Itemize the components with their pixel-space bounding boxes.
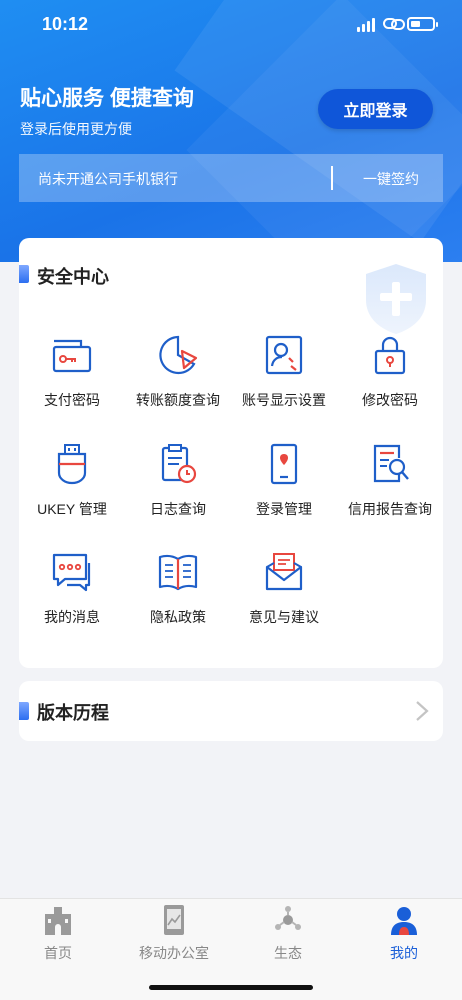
hero-title: 贴心服务 便捷查询 xyxy=(20,87,194,110)
signal-icon xyxy=(357,18,377,32)
credit-report-item[interactable]: 信用报告查询 xyxy=(337,443,443,533)
login-management-item[interactable]: 登录管理 xyxy=(231,443,337,533)
payment-password-item[interactable]: 支付密码 xyxy=(19,334,125,424)
account-display-icon xyxy=(265,335,303,375)
ecosystem-icon xyxy=(275,906,301,930)
login-management-label: 登录管理 xyxy=(256,501,312,517)
login-management-icon xyxy=(270,443,298,485)
ukey-item[interactable]: UKEY 管理 xyxy=(19,443,125,533)
privacy-policy-label: 隐私政策 xyxy=(150,609,206,625)
one-click-sign-button[interactable]: 一键签约 xyxy=(363,169,419,189)
sign-bar-text: 尚未开通公司手机银行 xyxy=(38,171,178,187)
tab-home-label: 首页 xyxy=(44,945,72,961)
payment-password-icon xyxy=(52,339,92,373)
version-history-card[interactable]: 版本历程 xyxy=(19,681,443,741)
tab-profile-label: 我的 xyxy=(390,945,418,961)
log-query-label: 日志查询 xyxy=(150,501,206,517)
payment-password-label: 支付密码 xyxy=(44,392,100,408)
message-icon xyxy=(52,553,91,592)
tab-mobile-office-label: 移动办公室 xyxy=(139,945,209,961)
feedback-label: 意见与建议 xyxy=(249,609,319,625)
feedback-item[interactable]: 意见与建议 xyxy=(231,551,337,641)
transfer-limit-item[interactable]: 转账额度查询 xyxy=(125,334,231,424)
section-marker xyxy=(19,702,29,720)
account-display-item[interactable]: 账号显示设置 xyxy=(231,334,337,424)
battery-icon xyxy=(407,17,438,31)
credit-report-icon xyxy=(373,444,409,483)
change-password-label: 修改密码 xyxy=(362,392,418,408)
privacy-policy-icon xyxy=(158,554,198,591)
change-password-item[interactable]: 修改密码 xyxy=(337,334,443,424)
sign-bar: 尚未开通公司手机银行 一键签约 xyxy=(19,154,443,202)
log-query-icon xyxy=(161,444,197,484)
shield-icon xyxy=(366,264,426,334)
tab-home[interactable]: 首页 xyxy=(0,905,116,961)
home-icon xyxy=(45,907,71,935)
login-button[interactable]: 立即登录 xyxy=(318,89,433,129)
log-query-item[interactable]: 日志查询 xyxy=(125,443,231,533)
version-history-title: 版本历程 xyxy=(37,703,109,723)
security-center-card: 安全中心 支付密码 转账额度查询 账号显示设置 修改密码 UKEY 管理 日志查… xyxy=(19,238,443,668)
tab-mobile-office[interactable]: 移动办公室 xyxy=(116,905,232,961)
privacy-policy-item[interactable]: 隐私政策 xyxy=(125,551,231,641)
feedback-icon xyxy=(265,553,303,591)
tab-profile[interactable]: 我的 xyxy=(346,905,462,961)
divider xyxy=(331,166,333,190)
status-bar: 10:12 xyxy=(0,0,462,50)
message-label: 我的消息 xyxy=(44,609,100,625)
mobile-office-icon xyxy=(164,905,184,935)
hero-subtitle: 登录后使用更方便 xyxy=(20,121,132,137)
account-display-label: 账号显示设置 xyxy=(242,392,326,408)
chevron-right-icon xyxy=(416,701,429,721)
transfer-limit-label: 转账额度查询 xyxy=(136,392,220,408)
link-icon xyxy=(383,18,405,30)
message-item[interactable]: 我的消息 xyxy=(19,551,125,641)
transfer-limit-icon xyxy=(159,335,198,375)
credit-report-label: 信用报告查询 xyxy=(348,501,432,517)
status-time: 10:12 xyxy=(42,14,89,34)
profile-icon xyxy=(391,907,417,935)
security-center-title: 安全中心 xyxy=(37,267,109,287)
change-password-icon xyxy=(374,336,406,375)
tab-ecosystem[interactable]: 生态 xyxy=(230,905,346,961)
ukey-icon xyxy=(57,444,87,485)
ukey-label: UKEY 管理 xyxy=(37,501,107,517)
section-marker xyxy=(19,265,29,283)
home-indicator xyxy=(149,985,313,990)
tab-ecosystem-label: 生态 xyxy=(274,945,302,961)
